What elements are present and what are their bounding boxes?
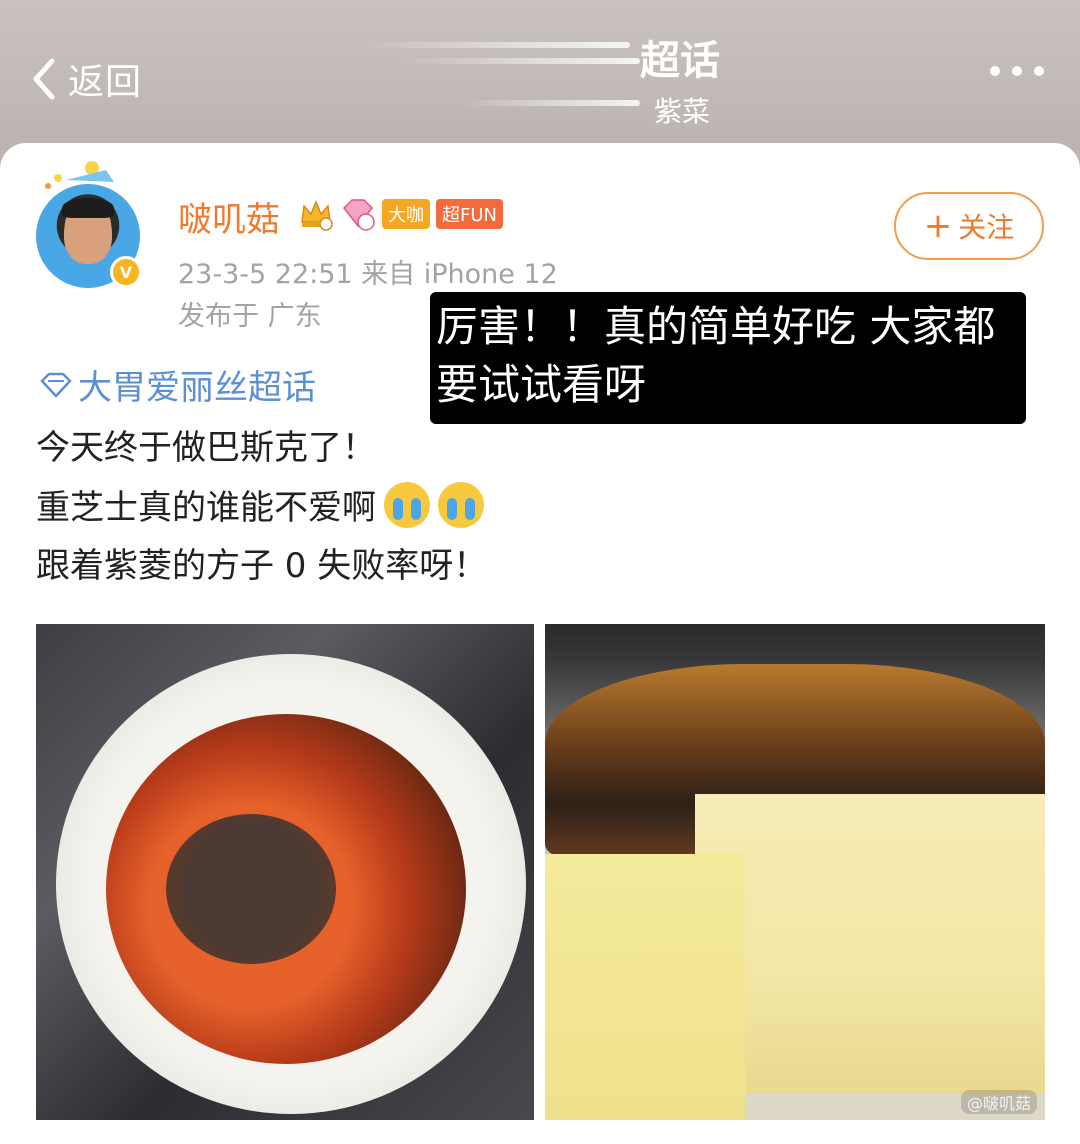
post-photo-2[interactable]: @啵叽菇: [545, 624, 1045, 1120]
chevron-left-icon: [33, 58, 55, 100]
cheesecake-front: [545, 854, 745, 1120]
username[interactable]: 啵叽菇: [178, 192, 280, 241]
back-button[interactable]: 返回: [28, 52, 142, 106]
decorative-streak: [460, 100, 640, 106]
post-line-3: 跟着紫菱的方子 0 失败率呀！: [36, 546, 488, 586]
crying-face-icon: [438, 481, 484, 528]
cheesecake-slice: [695, 794, 1045, 1094]
crown-badge-icon: [301, 200, 333, 231]
post-photo-1[interactable]: [36, 624, 534, 1120]
post-line-1: 今天终于做巴斯克了！: [36, 428, 376, 468]
page-title-group: 超话 紫菜: [360, 28, 780, 128]
top-bar: 返回 超话 紫菜: [0, 0, 1080, 150]
level-badge-icon: [343, 199, 375, 231]
diamond-icon: [40, 372, 72, 398]
decorative-streak: [360, 42, 630, 48]
topic-label: 大胃爱丽丝超话: [78, 368, 316, 408]
plus-icon: +: [923, 206, 953, 246]
more-dots-icon[interactable]: [990, 66, 1044, 76]
watermark: @啵叽菇: [960, 1090, 1037, 1114]
page-subtitle: 紫菜: [654, 95, 711, 128]
burnt-center: [166, 814, 336, 964]
post-line-2-text: 重芝士真的谁能不爱啊: [36, 488, 376, 528]
back-label: 返回: [68, 62, 143, 103]
topic-link[interactable]: 大胃爱丽丝超话: [38, 360, 316, 409]
post-line-2: 重芝士真的谁能不爱啊: [36, 480, 484, 529]
follow-button[interactable]: + 关注: [894, 192, 1044, 260]
verified-v-icon: V: [110, 256, 142, 288]
tag-dake: 大咖: [382, 199, 430, 229]
post-time-source: 23-3-5 22:51 来自 iPhone 12: [178, 259, 558, 290]
user-badges: 大咖 超FUN: [298, 196, 503, 232]
decorative-streak: [400, 58, 640, 64]
tag-chaofun: 超FUN: [436, 199, 503, 229]
crying-face-icon: [384, 481, 430, 528]
page-title: 超话: [640, 38, 720, 84]
caption-overlay: 厉害！！真的简单好吃 大家都要试试看呀: [430, 292, 1026, 424]
avatar[interactable]: V: [36, 158, 146, 288]
post-location: 发布于 广东: [178, 301, 322, 332]
follow-label: 关注: [958, 211, 1015, 244]
